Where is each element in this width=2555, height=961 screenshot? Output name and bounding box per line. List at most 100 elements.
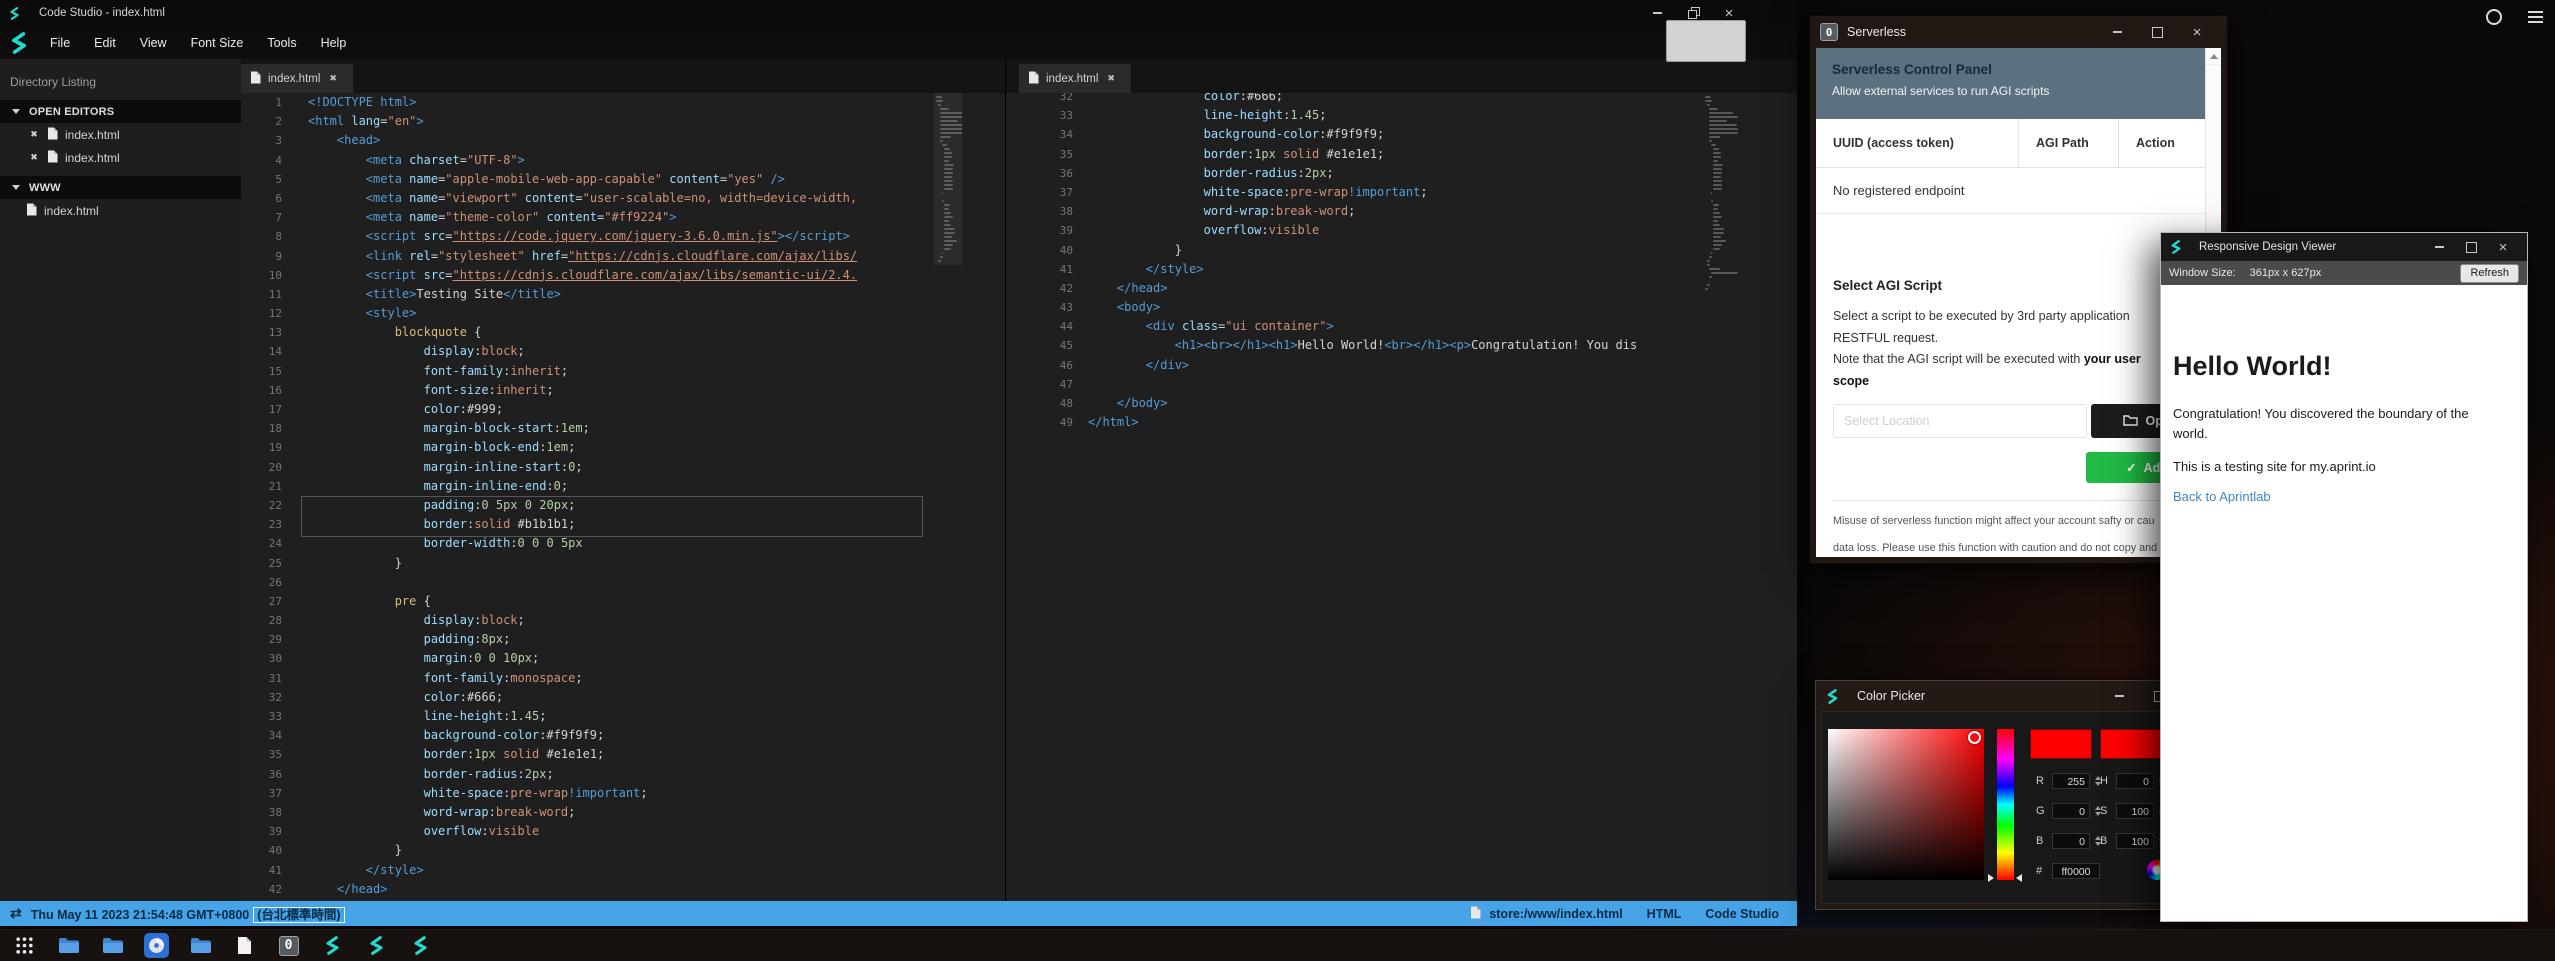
taskbar-serverless-0-icon[interactable]: 0 [276,933,301,958]
code-line: 27 pre { [241,592,1005,611]
taskbar-code-studio-icon[interactable] [320,933,345,958]
taskbar-disc-drive-icon[interactable] [144,933,169,958]
menu-edit[interactable]: Edit [82,36,128,50]
line-number: 10 [241,266,282,285]
line-number: 28 [241,611,282,630]
field-#-input[interactable]: ff0000 [2052,863,2100,879]
responsive-viewer-titlebar[interactable]: Responsive Design Viewer × [2161,233,2527,261]
scroll-up-arrow-icon[interactable] [2206,48,2221,65]
menu-font-size[interactable]: Font Size [179,36,256,50]
code-line: 40 } [241,841,1005,860]
taskbar-code-studio-icon[interactable] [408,933,433,958]
minimap[interactable] [934,93,962,901]
menu-file[interactable]: File [38,36,82,50]
line-number: 6 [241,189,282,208]
status-bar: ⇄ Thu May 11 2023 21:54:48 GMT+0800(台北標準… [0,901,1797,926]
serverless-titlebar[interactable]: 0 Serverless × [1810,16,2227,48]
code-line: 40 } [1006,241,1797,260]
code-line: 28 display:block; [241,611,1005,630]
code-line: 47 [1006,375,1797,394]
taskbar-document-icon[interactable] [232,933,257,958]
minimize-button[interactable] [2099,684,2139,708]
field-b-input[interactable]: 100 [2116,833,2154,849]
line-number: 20 [241,458,282,477]
close-button[interactable]: × [2487,236,2519,258]
field-b-input[interactable]: 0 [2052,833,2090,849]
saturation-field[interactable] [1828,729,1984,880]
line-number: 42 [241,880,282,899]
line-number: 36 [241,765,282,784]
responsive-viewer-toolbar: Window Size: 361px x 627px Refresh [2161,261,2527,285]
code-view[interactable]: 32 color:#666;33 line-height:1.45;34 bac… [1006,93,1797,901]
tab-index-html[interactable]: index.html ✖ [241,64,353,93]
hamburger-menu-icon[interactable] [2528,11,2543,26]
taskbar-app-grid-icon[interactable] [12,933,37,958]
close-button[interactable]: × [2177,20,2217,44]
refresh-button[interactable]: Refresh [2460,264,2519,283]
window-titlebar[interactable]: Code Studio - index.html × [0,0,1797,26]
close-icon[interactable]: ✖ [28,129,40,140]
code-line: 4 <meta charset="UTF-8"> [241,151,1005,170]
sidebar-item-index.html[interactable]: ✖index.html [0,123,241,146]
code-line: 30 margin:0 0 10px; [241,649,1005,668]
code-line: 46 </div> [1006,356,1797,375]
taskbar-folder-icon[interactable] [56,933,81,958]
line-number: 41 [241,861,282,880]
line-number: 24 [241,534,282,553]
field-s-input[interactable]: 100 [2116,803,2154,819]
minimize-button[interactable] [2423,236,2455,258]
line-number: 38 [241,803,282,822]
sidebar-item-index.html[interactable]: ✖index.html [0,146,241,169]
line-number: 29 [241,630,282,649]
field-label: B [2036,835,2047,847]
location-input[interactable] [1833,404,2087,438]
line-number: 35 [241,745,282,764]
code-line: 48 </body> [1006,394,1797,413]
code-line: 10 <script src="https://cdnjs.cloudflare… [241,266,1005,285]
tab-close-icon[interactable]: ✖ [329,73,337,84]
line-number: 40 [241,841,282,860]
hue-marker-right-icon [2016,874,2022,882]
code-line: 36 border-radius:2px; [1006,164,1797,183]
code-line: 41 </style> [241,861,1005,880]
maximize-button[interactable] [2455,236,2487,258]
file-icon [1028,71,1039,87]
editor-area: index.html ✖ 1<!DOCTYPE html>2<html lang… [241,59,1797,901]
serverless-icon: 0 [1820,23,1838,41]
code-line: 14 display:block; [241,342,1005,361]
serverless-panel-header: Serverless Control Panel Allow external … [1816,48,2206,119]
line-number: 48 [1006,394,1073,413]
field-r-input[interactable]: 255 [2052,773,2090,789]
sidebar-section-open-editors[interactable]: OPEN EDITORS [0,100,241,123]
sidebar-section-www[interactable]: WWW [0,176,241,199]
line-number: 5 [241,170,282,189]
code-line: 42 </head> [241,880,1005,899]
taskbar-folder-icon[interactable] [100,933,125,958]
taskbar-folder-icon[interactable] [188,933,213,958]
minimize-button[interactable] [2097,20,2137,44]
tab-close-icon[interactable]: ✖ [1107,73,1115,84]
minimap[interactable] [1703,93,1757,901]
hue-slider[interactable] [1997,729,2014,880]
code-line: 11 <title>Testing Site</title> [241,285,1005,304]
back-to-aprintlab-link[interactable]: Back to Aprintlab [2173,489,2515,504]
close-icon[interactable]: ✖ [28,152,40,163]
loading-circle-icon [2486,9,2502,25]
maximize-button[interactable] [2137,20,2177,44]
status-language[interactable]: HTML [1647,907,1682,921]
status-file[interactable]: store:/www/index.html [1470,906,1622,922]
tab-index-html[interactable]: index.html ✖ [1019,64,1131,93]
menu-tools[interactable]: Tools [255,36,308,50]
menu-help[interactable]: Help [309,36,359,50]
code-view[interactable]: 1<!DOCTYPE html>2<html lang="en">3 <head… [241,93,1005,901]
line-number: 34 [241,726,282,745]
code-line: 18 margin-block-start:1em; [241,419,1005,438]
field-h-input[interactable]: 0 [2116,773,2154,789]
taskbar-code-studio-icon[interactable] [364,933,389,958]
saturation-cursor[interactable] [1968,731,1981,744]
sidebar-item-index.html[interactable]: index.html [0,199,241,222]
code-line: 44 <div class="ui container"> [1006,317,1797,336]
menu-view[interactable]: View [128,36,179,50]
code-line: 25 } [241,554,1005,573]
field-g-input[interactable]: 0 [2052,803,2090,819]
